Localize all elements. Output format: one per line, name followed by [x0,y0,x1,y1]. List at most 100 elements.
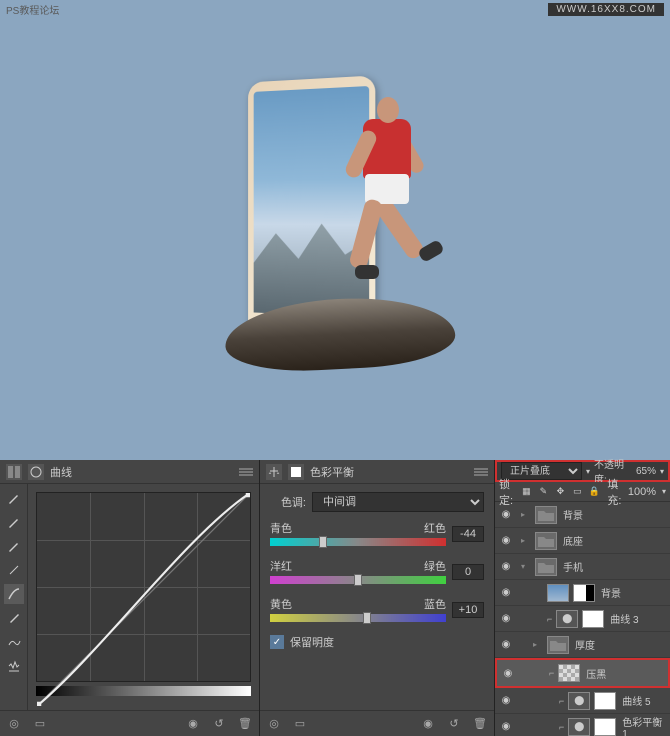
watermark-header: PS教程论坛 WWW.16XX8.COM [0,0,670,18]
lock-pixels-icon[interactable]: ▦ [519,485,533,499]
histogram-icon[interactable] [4,656,24,676]
layer-row[interactable]: ◉ ▾ 手机 [495,554,670,580]
visibility-eye-icon[interactable]: ◉ [499,721,513,732]
slider-thumb[interactable] [319,536,327,548]
chevron-down-icon[interactable]: ▾ [660,467,664,476]
layer-name[interactable]: 手机 [561,559,666,574]
layer-row[interactable]: ◉ ⌐ ⬤ 曲线 5 [495,688,670,714]
eyedropper-plus-icon[interactable] [4,512,24,532]
balance-icon [266,464,282,480]
expand-arrow-icon[interactable]: ▸ [533,640,543,649]
layer-row[interactable]: ◉ ⌐⬤ 曲线 3 [495,606,670,632]
color-slider[interactable] [270,538,446,546]
lock-artboard-icon[interactable]: ▭ [570,485,584,499]
curve-tool-icon[interactable] [4,584,24,604]
adjustment-thumb: ⬤ [568,692,590,710]
expand-arrow-icon[interactable]: ▾ [521,562,531,571]
tone-select[interactable]: 中间调 [312,492,484,512]
chevron-down-icon[interactable]: ▾ [662,487,666,496]
pencil-tool-icon[interactable] [4,608,24,628]
layer-name[interactable]: 底座 [561,533,666,548]
layer-name[interactable]: 背景 [599,585,666,600]
layer-name[interactable]: 曲线 5 [620,693,666,708]
layer-name[interactable]: 色彩平衡 1 [620,714,666,736]
folder-icon [547,636,569,654]
visibility-eye-icon[interactable]: ◉ [499,587,513,598]
fill-value[interactable]: 100% [628,486,656,498]
layer-name[interactable]: 背景 [561,507,666,522]
layer-name[interactable]: 压黑 [584,666,664,681]
lock-all-icon[interactable]: 🔒 [587,485,601,499]
slider-value-input[interactable]: 0 [452,564,484,580]
visibility-eye-icon[interactable]: ◉ [499,613,513,624]
clip-indicator-icon: ⌐ [547,614,552,624]
layer-thumb [547,584,569,602]
preserve-luminosity-checkbox[interactable]: ✓ [270,635,284,649]
layer-name[interactable]: 曲线 3 [608,611,666,626]
ring-icon[interactable]: ◎ [6,716,22,732]
eye-icon[interactable]: ◉ [185,716,201,732]
slider-right-label: 蓝色 [424,596,446,612]
watermark-left: PS教程论坛 [6,2,59,17]
lock-brush-icon[interactable]: ✎ [536,485,550,499]
trash-icon[interactable]: 🗑 [237,716,253,732]
slider-value-input[interactable]: +10 [452,602,484,618]
watermark-right: WWW.16XX8.COM [548,3,664,16]
layer-mask [594,692,616,710]
slider-value-input[interactable]: -44 [452,526,484,542]
eyedropper-icon[interactable] [4,488,24,508]
layer-row[interactable]: ◉ ▸ 底座 [495,528,670,554]
layer-row[interactable]: ◉ ▸ 背景 [495,502,670,528]
layer-row[interactable]: ◉ 背景 [495,580,670,606]
visibility-eye-icon[interactable]: ◉ [499,561,513,572]
curves-panel: 曲线 [0,460,260,736]
color-slider[interactable] [270,614,446,622]
visibility-eye-icon[interactable]: ◉ [499,509,513,520]
clip-indicator-icon: ⌐ [549,668,554,678]
reset-icon[interactable]: ↺ [446,716,462,732]
layers-panel: 正片叠底 ▾ 不透明度: 65% ▾ 锁定: ▦ ✎ ✥ ▭ 🔒 填充: 100… [495,460,670,736]
opacity-value[interactable]: 65% [636,466,656,477]
visibility-eye-icon[interactable]: ◉ [499,535,513,546]
visibility-eye-icon[interactable]: ◉ [499,639,513,650]
layer-name[interactable]: 厚度 [573,637,666,652]
ring-icon[interactable]: ◎ [266,716,282,732]
edit-points-icon[interactable] [4,560,24,580]
layer-row[interactable]: ◉ ▸ 厚度 [495,632,670,658]
slider-thumb[interactable] [354,574,362,586]
eyedropper-minus-icon[interactable] [4,536,24,556]
clip-icon[interactable]: ▭ [32,716,48,732]
visibility-eye-icon[interactable]: ◉ [501,668,515,679]
lock-row: 锁定: ▦ ✎ ✥ ▭ 🔒 填充: 100% ▾ [495,482,670,502]
reset-icon[interactable]: ↺ [211,716,227,732]
colorbalance-menu-icon[interactable] [474,467,488,477]
slider-left-label: 黄色 [270,596,292,612]
eye-icon[interactable]: ◉ [420,716,436,732]
expand-arrow-icon[interactable]: ▸ [521,536,531,545]
composite-artwork [175,49,495,429]
curves-graph-area[interactable] [28,484,259,710]
clip-icon[interactable]: ▭ [292,716,308,732]
blend-opacity-row: 正片叠底 ▾ 不透明度: 65% ▾ [495,460,670,482]
adjustment-icon [28,464,44,480]
clip-indicator-icon: ⌐ [559,696,564,706]
slider-thumb[interactable] [363,612,371,624]
layer-mask [594,718,616,736]
trash-icon[interactable]: 🗑 [472,716,488,732]
visibility-eye-icon[interactable]: ◉ [499,695,513,706]
layer-row[interactable]: ◉ ⌐⬤ 色彩平衡 1 [495,714,670,736]
curves-header: 曲线 [0,460,259,484]
curves-menu-icon[interactable] [239,467,253,477]
lock-position-icon[interactable]: ✥ [553,485,567,499]
smooth-icon[interactable] [4,632,24,652]
canvas-area[interactable] [0,18,670,460]
slider-left-label: 青色 [270,520,292,536]
runner-figure [305,89,455,309]
curves-footer: ◎ ▭ ◉ ↺ 🗑 [0,710,259,736]
expand-arrow-icon[interactable]: ▸ [521,510,531,519]
mask-icon [288,464,304,480]
layers-list[interactable]: ◉ ▸ 背景◉ ▸ 底座◉ ▾ 手机◉ 背景◉ ⌐⬤ 曲线 3◉ ▸ 厚度◉ ⌐… [495,502,670,736]
layer-row[interactable]: ◉ ⌐ 压黑 [495,658,670,688]
color-slider[interactable] [270,576,446,584]
chevron-down-icon[interactable]: ▾ [586,467,590,476]
